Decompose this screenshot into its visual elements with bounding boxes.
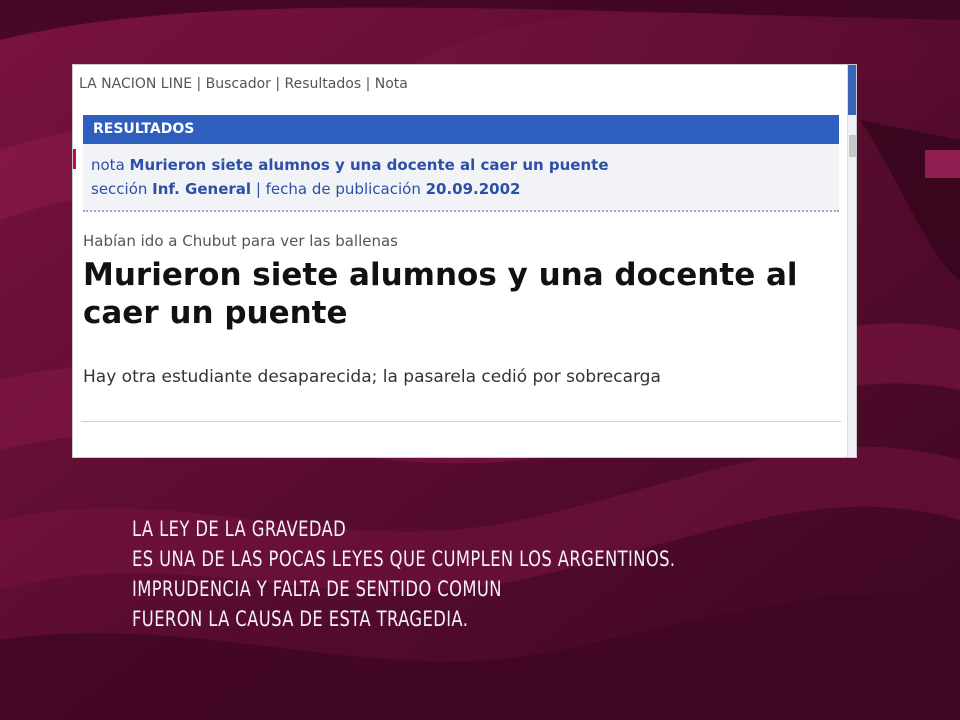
article-subheadline: Hay otra estudiante desaparecida; la pas… <box>83 367 661 387</box>
divider <box>81 421 841 422</box>
scrollbar-thumb[interactable] <box>849 135 856 157</box>
article-headline: Murieron siete alumnos y una docente al … <box>83 257 798 331</box>
breadcrumb[interactable]: LA NACION LINE | Buscador | Resultados |… <box>79 76 408 92</box>
scrollbar-accent <box>848 65 856 115</box>
meta-separator: | <box>251 180 266 198</box>
search-result: nota Murieron siete alumnos y una docent… <box>83 144 839 212</box>
nota-title-link[interactable]: Murieron siete alumnos y una docente al … <box>130 156 609 174</box>
result-nota-line: nota Murieron siete alumnos y una docent… <box>91 156 609 174</box>
nota-prefix: nota <box>91 156 130 174</box>
browser-screenshot: LA NACION LINE | Buscador | Resultados |… <box>73 65 856 457</box>
seccion-prefix: sección <box>91 180 153 198</box>
scrollbar[interactable] <box>847 65 856 457</box>
caption-line: LA LEY DE LA GRAVEDAD <box>132 517 347 541</box>
result-meta-line: sección Inf. General | fecha de publicac… <box>91 180 521 198</box>
article-kicker: Habían ido a Chubut para ver las ballena… <box>83 232 398 250</box>
results-header: RESULTADOS <box>83 115 839 144</box>
seccion-value[interactable]: Inf. General <box>152 180 251 198</box>
caption-line: IMPRUDENCIA Y FALTA DE SENTIDO COMUN <box>132 577 502 601</box>
left-accent-mark <box>73 149 76 169</box>
caption-line: ES UNA DE LAS POCAS LEYES QUE CUMPLEN LO… <box>132 547 676 571</box>
caption-line: FUERON LA CAUSA DE ESTA TRAGEDIA. <box>132 607 469 631</box>
fecha-prefix: fecha de publicación <box>265 180 426 198</box>
fecha-value: 20.09.2002 <box>425 180 521 198</box>
slide-caption: LA LEY DE LA GRAVEDAD ES UNA DE LAS POCA… <box>132 514 678 634</box>
